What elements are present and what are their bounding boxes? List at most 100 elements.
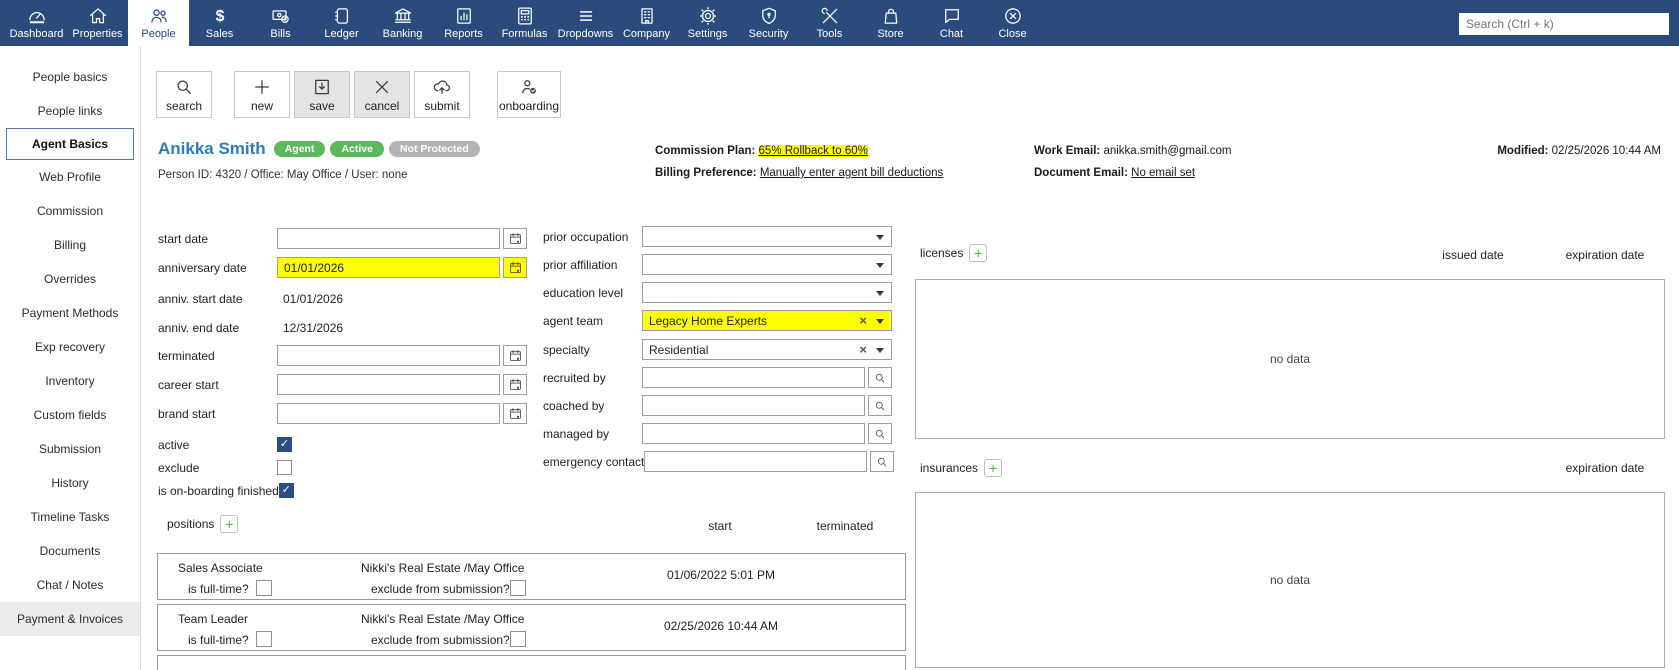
prior-occupation-select[interactable] bbox=[642, 226, 892, 247]
nav-item-dropdowns[interactable]: Dropdowns bbox=[555, 0, 616, 46]
prior-affiliation-select[interactable] bbox=[642, 254, 892, 275]
nav-item-bills[interactable]: $ Bills bbox=[250, 0, 311, 46]
clear-icon[interactable]: × bbox=[859, 342, 867, 357]
sidebar-item-inventory[interactable]: Inventory bbox=[0, 364, 140, 398]
calendar-button[interactable] bbox=[503, 345, 527, 366]
field-specialty: specialty Residential × bbox=[543, 339, 892, 360]
nav-item-formulas[interactable]: Formulas bbox=[494, 0, 555, 46]
nav-item-close[interactable]: Close bbox=[982, 0, 1043, 46]
save-button[interactable]: save bbox=[294, 71, 350, 118]
career-start-input[interactable] bbox=[278, 375, 499, 394]
nav-label: Ledger bbox=[324, 28, 359, 40]
top-nav: Dashboard Properties People $ Sales $ Bi… bbox=[0, 0, 1679, 46]
specialty-select[interactable]: Residential × bbox=[642, 339, 892, 360]
calendar-button[interactable] bbox=[503, 257, 527, 278]
fulltime-checkbox[interactable] bbox=[256, 580, 272, 596]
sidebar-item-people-basics[interactable]: People basics bbox=[0, 60, 140, 94]
position-office: Nikki's Real Estate /May Office bbox=[361, 612, 525, 626]
calendar-button[interactable] bbox=[503, 403, 527, 424]
nav-item-chat[interactable]: Chat bbox=[921, 0, 982, 46]
sidebar-item-chat-notes[interactable]: Chat / Notes bbox=[0, 568, 140, 602]
nav-label: Settings bbox=[687, 28, 728, 40]
lookup-button[interactable] bbox=[870, 451, 895, 472]
new-button[interactable]: new bbox=[234, 71, 290, 118]
sidebar-item-overrides[interactable]: Overrides bbox=[0, 262, 140, 296]
fulltime-label: is full-time? bbox=[188, 633, 249, 647]
document-email-link[interactable]: No email set bbox=[1131, 167, 1195, 179]
lookup-button[interactable] bbox=[868, 423, 892, 444]
field-exclude: exclude bbox=[158, 457, 292, 478]
nav-item-people[interactable]: People bbox=[128, 0, 189, 46]
sidebar-item-payment-invoices[interactable]: Payment & Invoices bbox=[0, 602, 140, 636]
search-button[interactable]: search bbox=[156, 71, 212, 118]
sidebar-item-web-profile[interactable]: Web Profile bbox=[0, 160, 140, 194]
nav-item-ledger[interactable]: Ledger bbox=[311, 0, 372, 46]
lookup-button[interactable] bbox=[868, 367, 892, 388]
nav-item-properties[interactable]: Properties bbox=[67, 0, 128, 46]
commission-plan-link[interactable]: 65% Rollback to 60% bbox=[758, 145, 868, 157]
managed-by-input[interactable] bbox=[642, 423, 865, 444]
active-checkbox[interactable] bbox=[277, 437, 292, 452]
sidebar-item-exp-recovery[interactable]: Exp recovery bbox=[0, 330, 140, 364]
field-education-level: education level bbox=[543, 282, 892, 303]
agent-name: Anikka Smith bbox=[158, 139, 266, 158]
chevron-down-icon bbox=[876, 235, 884, 240]
sidebar-item-documents[interactable]: Documents bbox=[0, 534, 140, 568]
sidebar-item-custom-fields[interactable]: Custom fields bbox=[0, 398, 140, 432]
anniv-end-date-value: 12/31/2026 bbox=[283, 320, 344, 335]
calendar-button[interactable] bbox=[503, 228, 527, 249]
nav-item-sales[interactable]: $ Sales bbox=[189, 0, 250, 46]
field-prior-occupation: prior occupation bbox=[543, 226, 892, 247]
nav-item-security[interactable]: Security bbox=[738, 0, 799, 46]
add-insurance-button[interactable]: + bbox=[984, 459, 1003, 477]
recruited-by-input[interactable] bbox=[642, 367, 865, 388]
terminated-date-input[interactable] bbox=[278, 346, 499, 365]
dropdowns-icon bbox=[579, 11, 592, 21]
nav-item-company[interactable]: Company bbox=[616, 0, 677, 46]
fulltime-checkbox[interactable] bbox=[256, 631, 272, 647]
exclude-from-submission-checkbox[interactable] bbox=[510, 580, 526, 596]
field-career-start: career start bbox=[158, 374, 527, 395]
nav-item-settings[interactable]: Settings bbox=[677, 0, 738, 46]
add-license-button[interactable]: + bbox=[969, 244, 988, 262]
nav-item-banking[interactable]: Banking bbox=[372, 0, 433, 46]
sidebar-item-payment-methods[interactable]: Payment Methods bbox=[0, 296, 140, 330]
sidebar-item-billing[interactable]: Billing bbox=[0, 228, 140, 262]
person-info-line: Person ID: 4320 / Office: May Office / U… bbox=[158, 169, 408, 181]
nav-item-reports[interactable]: Reports bbox=[433, 0, 494, 46]
exclude-checkbox[interactable] bbox=[277, 460, 292, 475]
nav-label: Chat bbox=[939, 28, 964, 40]
sidebar-item-people-links[interactable]: People links bbox=[0, 94, 140, 128]
calendar-button[interactable] bbox=[503, 374, 527, 395]
sidebar-item-history[interactable]: History bbox=[0, 466, 140, 500]
education-level-select[interactable] bbox=[642, 282, 892, 303]
toolbar: search new save cancel submit onboarding bbox=[156, 71, 561, 118]
add-position-button[interactable]: + bbox=[220, 515, 239, 533]
cancel-button[interactable]: cancel bbox=[354, 71, 410, 118]
nav-item-store[interactable]: Store bbox=[860, 0, 921, 46]
start-date-input[interactable] bbox=[278, 229, 499, 248]
sidebar-item-commission[interactable]: Commission bbox=[0, 194, 140, 228]
nav-item-dashboard[interactable]: Dashboard bbox=[6, 0, 67, 46]
clear-icon[interactable]: × bbox=[859, 313, 867, 328]
emergency-contact-input[interactable] bbox=[644, 451, 868, 472]
field-anniv-end-date: anniv. end date 12/31/2026 bbox=[158, 317, 343, 338]
exclude-from-submission-checkbox[interactable] bbox=[510, 631, 526, 647]
onboarding-finished-checkbox[interactable] bbox=[278, 483, 294, 498]
field-label: education level bbox=[543, 285, 624, 300]
onboarding-button[interactable]: onboarding bbox=[497, 71, 561, 118]
sidebar-item-agent-basics[interactable]: Agent Basics bbox=[6, 128, 134, 160]
global-search-input[interactable] bbox=[1459, 13, 1669, 35]
submit-button[interactable]: submit bbox=[414, 71, 470, 118]
billing-preference-link[interactable]: Manually enter agent bill deductions bbox=[760, 167, 943, 179]
field-label: managed by bbox=[543, 426, 610, 441]
nav-label: Formulas bbox=[501, 28, 548, 40]
sidebar-item-timeline-tasks[interactable]: Timeline Tasks bbox=[0, 500, 140, 534]
nav-item-tools[interactable]: Tools bbox=[799, 0, 860, 46]
sidebar-item-submission[interactable]: Submission bbox=[0, 432, 140, 466]
agent-team-select[interactable]: Legacy Home Experts × bbox=[642, 310, 892, 331]
coached-by-input[interactable] bbox=[642, 395, 865, 416]
brand-start-input[interactable] bbox=[278, 404, 499, 423]
lookup-button[interactable] bbox=[868, 395, 892, 416]
anniversary-date-input[interactable] bbox=[278, 258, 499, 277]
